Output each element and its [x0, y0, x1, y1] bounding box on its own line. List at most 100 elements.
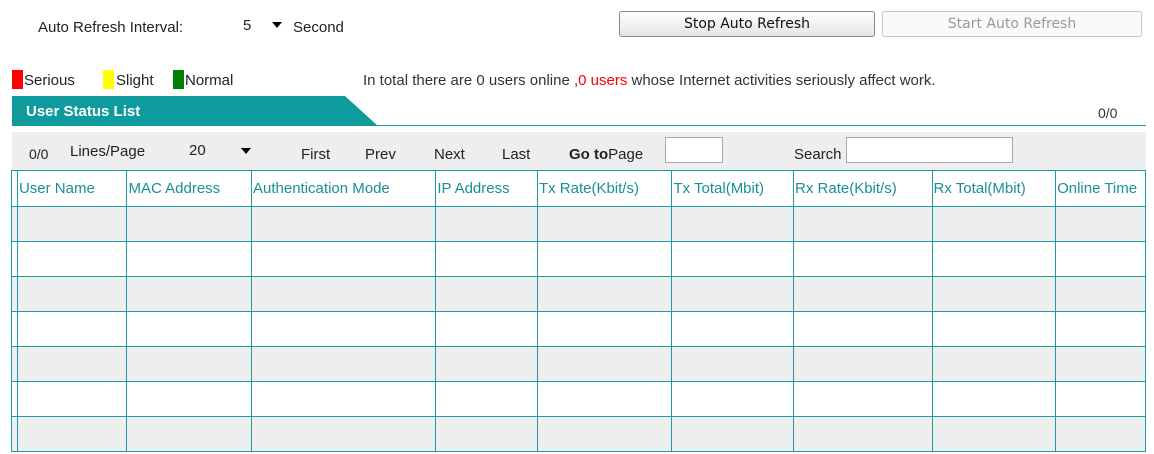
table-cell — [126, 381, 253, 417]
table-cell — [793, 241, 933, 277]
table-cell — [126, 276, 253, 312]
table-cell — [126, 241, 253, 277]
column-header[interactable]: Tx Rate(Kbit/s) — [536, 170, 673, 207]
serious-users-count: 0 users — [578, 72, 628, 89]
table-cell — [251, 416, 437, 452]
lines-per-page-value: 20 — [189, 142, 206, 159]
table-cell — [435, 311, 538, 347]
refresh-interval-value: 5 — [243, 16, 252, 34]
dropdown-arrow-icon — [241, 148, 251, 154]
table-cell — [1055, 206, 1146, 242]
goto-page-input[interactable] — [665, 137, 723, 163]
summary-text-start: In total there are 0 users online , — [363, 72, 579, 89]
table-cell — [536, 311, 673, 347]
table-cell — [793, 346, 933, 382]
table-cell — [671, 381, 795, 417]
table-row — [11, 206, 1146, 242]
table-cell — [931, 346, 1057, 382]
user-status-table-container: User Name MAC Address Authentication Mod… — [11, 170, 1146, 453]
table-cell — [793, 276, 933, 312]
column-header[interactable]: Rx Total(Mbit) — [931, 170, 1057, 207]
table-cell — [251, 311, 437, 347]
table-cell — [671, 346, 795, 382]
table-row — [11, 416, 1146, 452]
table-cell — [126, 206, 253, 242]
table-row — [11, 241, 1146, 277]
table-cell — [126, 311, 253, 347]
table-cell — [1055, 241, 1146, 277]
table-cell — [1055, 346, 1146, 382]
column-header[interactable]: Tx Total(Mbit) — [671, 170, 795, 207]
table-row — [11, 381, 1146, 417]
slight-color-swatch — [103, 70, 114, 89]
search-label: Search — [794, 146, 842, 163]
table-cell — [536, 276, 673, 312]
table-cell — [671, 276, 795, 312]
page-count: 0/0 — [1098, 105, 1118, 121]
table-cell — [671, 206, 795, 242]
list-title: User Status List — [26, 103, 141, 120]
table-cell — [793, 381, 933, 417]
column-header[interactable]: Rx Rate(Kbit/s) — [793, 170, 933, 207]
list-title-bar — [12, 96, 1146, 126]
normal-color-swatch — [173, 70, 184, 89]
table-cell — [435, 416, 538, 452]
table-row — [11, 276, 1146, 312]
table-header-row: User Name MAC Address Authentication Mod… — [11, 170, 1146, 207]
table-cell — [1055, 311, 1146, 347]
next-page-link[interactable]: Next — [434, 146, 465, 163]
user-status-table: User Name MAC Address Authentication Mod… — [11, 170, 1146, 452]
table-cell — [536, 346, 673, 382]
last-page-link[interactable]: Last — [502, 146, 530, 163]
online-users-summary: In total there are 0 users online ,0 use… — [363, 72, 936, 89]
stop-auto-refresh-button[interactable]: Stop Auto Refresh — [619, 11, 875, 37]
table-cell — [435, 381, 538, 417]
search-input[interactable] — [846, 137, 1013, 163]
refresh-interval-select[interactable]: 5 — [233, 14, 291, 36]
dropdown-arrow-icon — [272, 22, 282, 28]
table-cell — [16, 381, 128, 417]
table-cell — [931, 276, 1057, 312]
table-cell — [1055, 381, 1146, 417]
table-cell — [536, 206, 673, 242]
legend-normal: Normal — [185, 72, 234, 89]
prev-page-link[interactable]: Prev — [365, 146, 396, 163]
column-header[interactable]: IP Address — [435, 170, 538, 207]
table-cell — [793, 206, 933, 242]
table-cell — [251, 381, 437, 417]
table-cell — [16, 416, 128, 452]
table-cell — [16, 346, 128, 382]
refresh-interval-unit: Second — [293, 19, 344, 36]
column-header[interactable]: Authentication Mode — [251, 170, 437, 207]
table-cell — [931, 206, 1057, 242]
lines-per-page-select[interactable]: 20 — [181, 140, 263, 162]
serious-color-swatch — [12, 70, 23, 89]
table-cell — [251, 346, 437, 382]
table-cell — [671, 241, 795, 277]
column-header[interactable]: Online Time — [1055, 170, 1146, 207]
start-auto-refresh-button[interactable]: Start Auto Refresh — [882, 11, 1142, 37]
first-page-link[interactable]: First — [301, 146, 330, 163]
table-row — [11, 346, 1146, 382]
table-cell — [435, 206, 538, 242]
table-cell — [126, 346, 253, 382]
table-cell — [16, 241, 128, 277]
table-cell — [16, 206, 128, 242]
legend-slight: Slight — [116, 72, 154, 89]
record-count: 0/0 — [29, 146, 49, 162]
table-cell — [931, 311, 1057, 347]
table-cell — [251, 276, 437, 312]
table-cell — [1055, 276, 1146, 312]
table-cell — [16, 311, 128, 347]
lines-per-page-label: Lines/Page — [70, 143, 146, 160]
legend-serious: Serious — [24, 72, 75, 89]
table-cell — [251, 206, 437, 242]
column-header[interactable]: User Name — [16, 170, 128, 207]
goto-label-page: Page — [608, 146, 644, 163]
table-cell — [126, 416, 253, 452]
auto-refresh-label: Auto Refresh Interval: — [38, 19, 184, 36]
goto-label-bold: Go to — [569, 146, 609, 163]
column-header[interactable]: MAC Address — [126, 170, 253, 207]
table-cell — [16, 276, 128, 312]
table-cell — [671, 416, 795, 452]
